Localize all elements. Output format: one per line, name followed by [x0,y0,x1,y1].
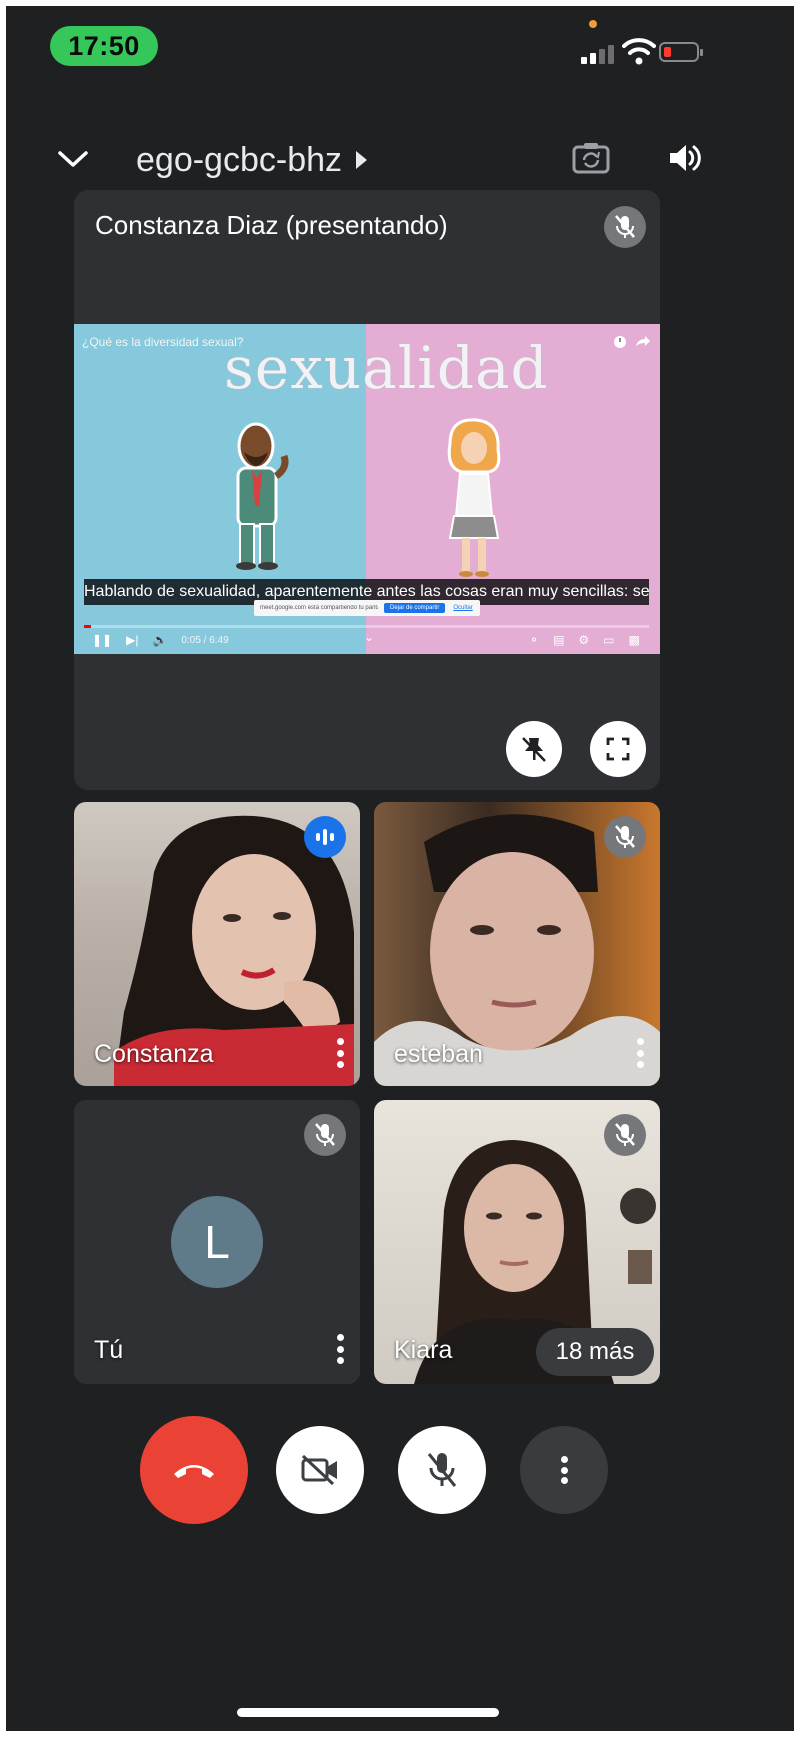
autoplay-toggle-icon[interactable]: ⚬ [529,633,539,647]
unpin-icon [522,737,546,762]
camera-toggle-button[interactable] [276,1426,364,1514]
wifi-icon [622,38,656,65]
captions-icon[interactable]: ▤ [553,633,564,647]
play-arrow-icon[interactable] [356,151,367,169]
fullscreen-exit-icon[interactable]: ▩ [629,633,640,647]
shared-video[interactable]: ¿Qué es la diversidad sexual? sexualidad [74,324,660,654]
battery-icon [659,42,703,62]
more-options-icon[interactable] [336,1334,344,1364]
participant-tile-constanza[interactable]: Constanza [74,802,360,1086]
cellular-signal-icon [581,42,621,64]
clock-share-icons [614,336,650,348]
mic-off-icon [304,1114,346,1156]
more-vert-icon [560,1456,568,1484]
presenter-label: Constanza Diaz (presentando) [95,210,448,240]
video-title: ¿Qué es la diversidad sexual? [82,335,244,349]
more-options-button[interactable] [520,1426,608,1514]
camera-off-icon [301,1454,337,1486]
chevron-down-icon[interactable] [56,144,90,174]
more-options-icon[interactable] [636,1038,644,1068]
end-call-icon [174,1465,214,1478]
participant-tile-self[interactable]: L Tú [74,1100,360,1384]
participant-tile-kiara[interactable]: Kiara 18 más [374,1100,660,1384]
video-progress-bar[interactable] [84,625,649,628]
pause-icon[interactable]: ❚❚ [92,633,112,647]
video-heading-word: sexualidad [224,334,549,402]
speaking-indicator-icon [304,816,346,858]
fullscreen-button[interactable] [590,721,646,777]
speaker-icon[interactable] [664,138,704,178]
meeting-code[interactable]: ego-gcbc-bhz [136,140,342,180]
participant-name: Tú [94,1336,124,1364]
cartoon-woman-illustration [447,418,501,577]
mic-off-icon [604,1114,646,1156]
mic-toggle-button[interactable] [398,1426,486,1514]
video-time: 0:05 / 6:49 [181,634,229,646]
end-call-button[interactable] [140,1416,248,1524]
presentation-tile[interactable]: Constanza Diaz (presentando) ¿Qué es la … [74,190,660,790]
participant-tile-esteban[interactable]: esteban [374,802,660,1086]
next-icon[interactable]: ▶| [126,633,138,647]
cartoon-man-illustration [236,422,289,570]
video-progress-fill [84,625,92,628]
video-controls-right: ⚬ ▤ ⚙ ▭ ▩ [529,633,640,647]
mic-in-use-indicator [589,20,597,28]
hide-notice-link[interactable]: Ocultar [453,605,472,611]
fullscreen-icon [606,737,630,761]
share-notice-text: meet.google.com está compartiendo tu pan… [260,605,378,611]
camera-switch-icon[interactable] [571,138,611,178]
unpin-button[interactable] [506,721,562,777]
more-options-icon[interactable] [336,1038,344,1068]
participant-name: esteban [394,1040,483,1068]
settings-icon[interactable]: ⚙ [578,633,589,647]
mic-off-icon [427,1453,457,1487]
cast-icon[interactable]: ▭ [603,633,614,647]
mic-off-icon [604,206,646,248]
stop-sharing-button[interactable]: Dejar de compartir [384,603,446,613]
meet-screen: 17:50 ego-gcbc-bhz Constanza Diaz (prese… [6,6,794,1731]
avatar: L [171,1196,263,1288]
mic-off-icon [604,816,646,858]
participant-name: Constanza [94,1040,214,1068]
home-indicator[interactable] [237,1708,499,1717]
screen-share-notice: meet.google.com está compartiendo tu pan… [254,600,480,616]
more-participants-button[interactable]: 18 más [536,1328,654,1376]
participant-name: Kiara [394,1336,453,1364]
chevron-small-icon[interactable]: ⌄ [364,630,374,644]
volume-icon[interactable]: 🔈 [152,633,167,647]
video-controls-left: ❚❚ ▶| 🔈 0:05 / 6:49 [92,633,229,647]
status-time: 17:50 [50,26,158,66]
